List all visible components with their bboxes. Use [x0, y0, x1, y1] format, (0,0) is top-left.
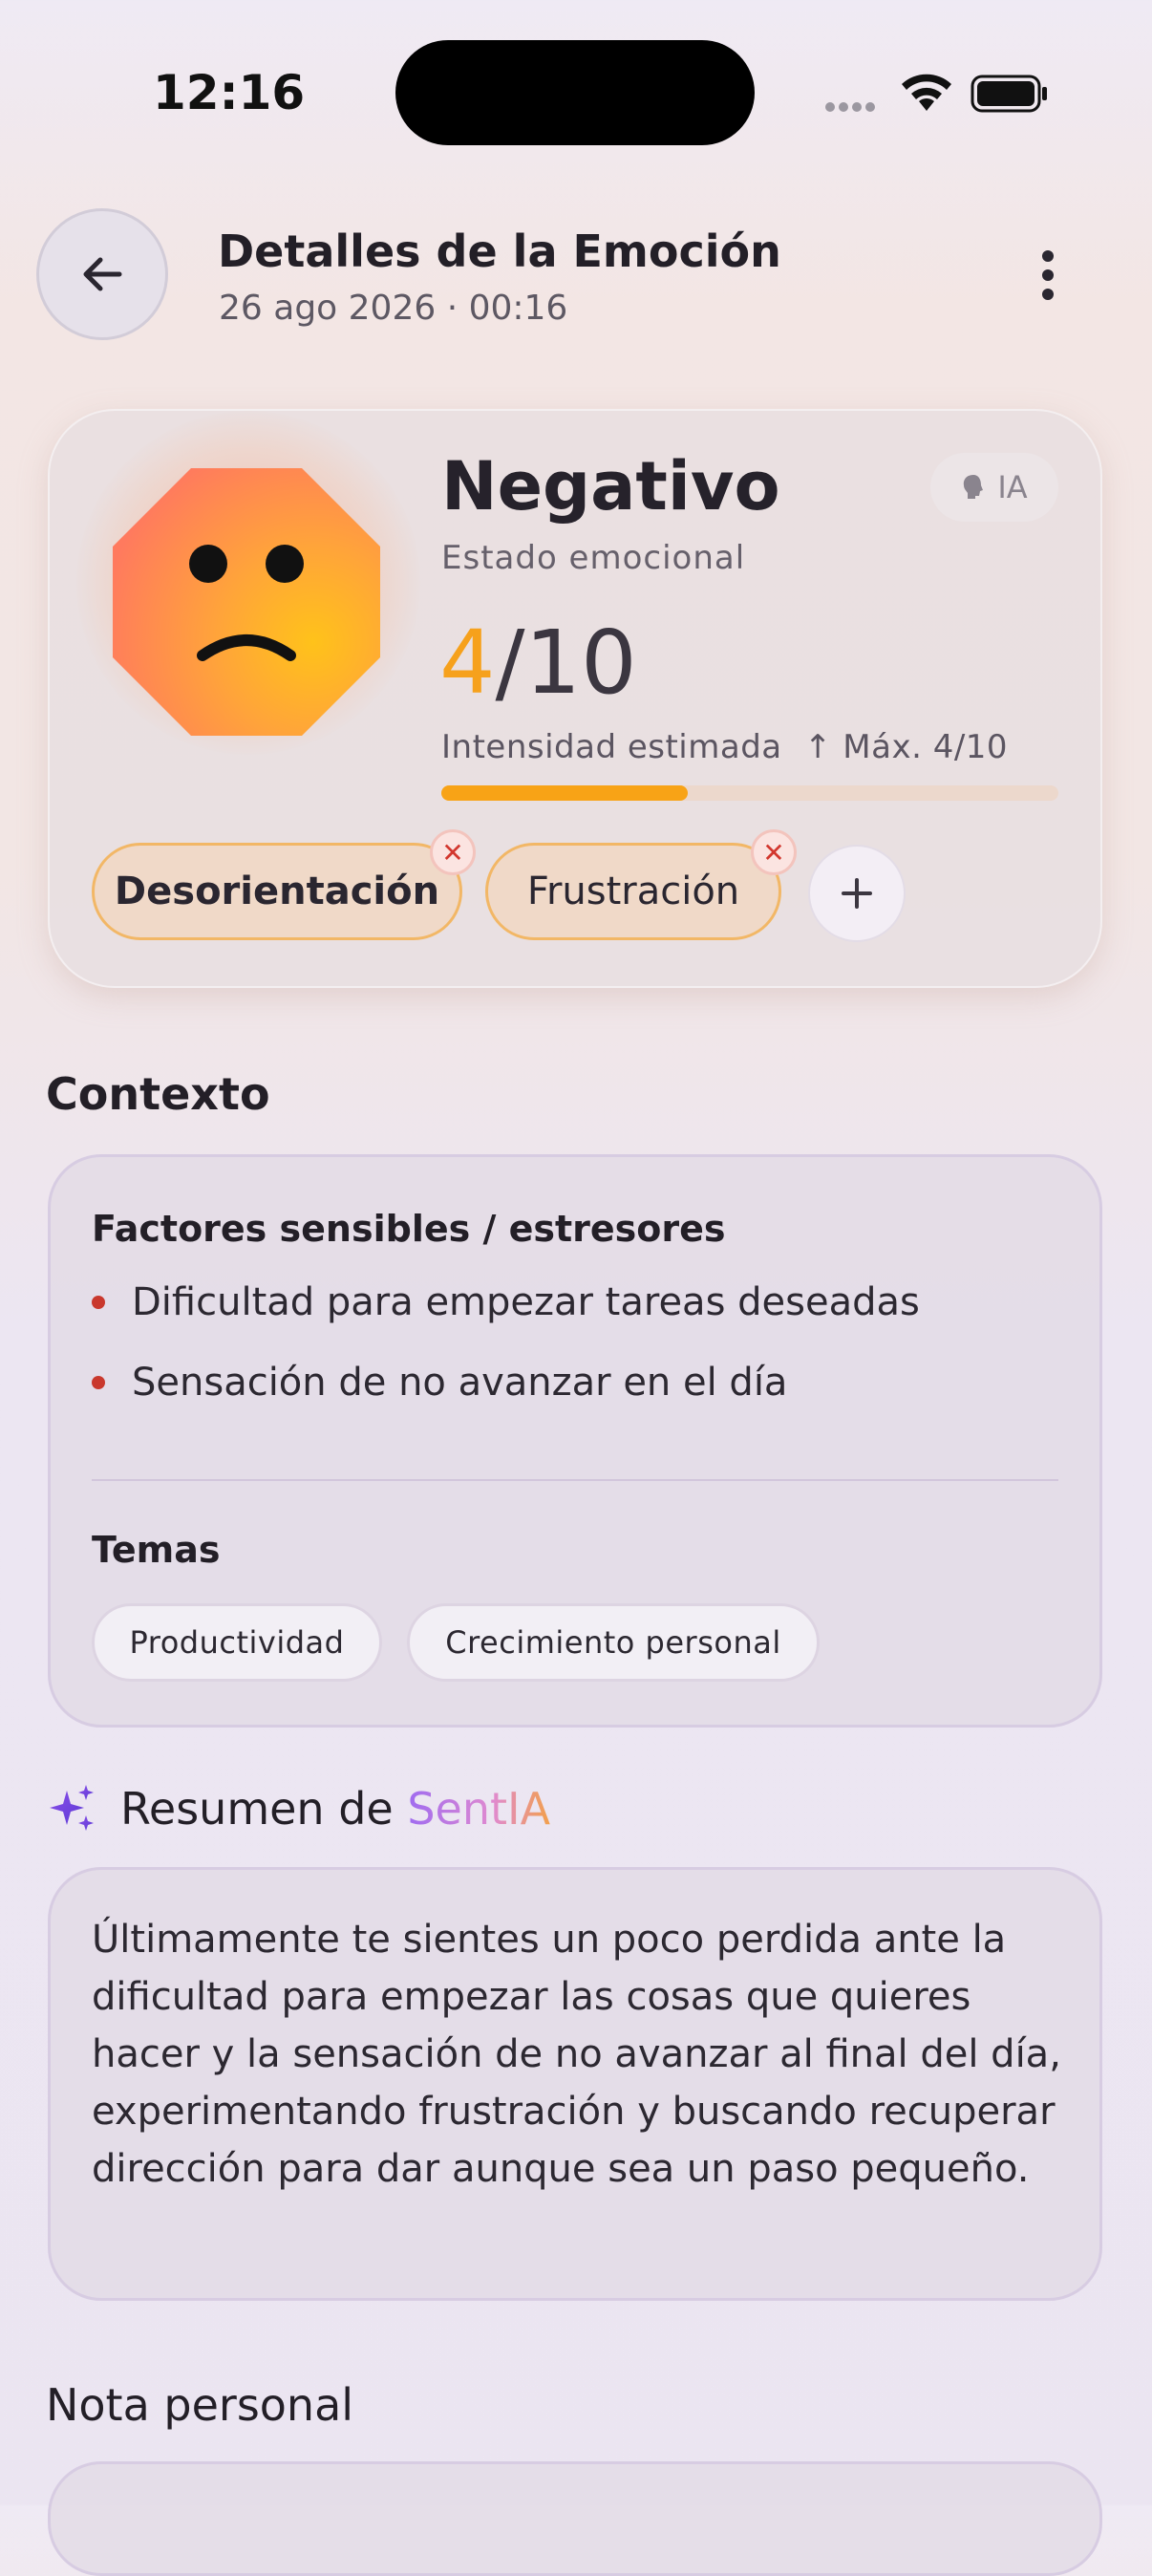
sad-face-icon	[113, 468, 380, 736]
factors-heading: Factores sensibles / estresores	[92, 1208, 726, 1250]
ia-badge: IA	[930, 453, 1058, 522]
note-card[interactable]	[48, 2461, 1102, 2576]
wifi-icon	[902, 74, 951, 111]
summary-heading: Resumen de SentIA	[120, 1783, 551, 1835]
emotion-name: Negativo	[441, 447, 780, 526]
plus-icon	[842, 878, 872, 909]
intensity-max: ↑ Máx. 4/10	[804, 728, 1009, 766]
list-item: Sensación de no avanzar en el día	[92, 1361, 787, 1405]
ia-badge-label: IA	[997, 469, 1028, 505]
summary-text: Últimamente te sientes un poco perdida a…	[92, 1918, 1061, 2191]
themes-heading: Temas	[92, 1529, 221, 1571]
remove-chip-button[interactable]: ✕	[430, 829, 476, 875]
more-vertical-icon	[1042, 250, 1054, 262]
emotion-chip[interactable]: Desorientación	[92, 843, 462, 940]
close-icon: ✕	[762, 836, 785, 869]
sparkle-icon	[50, 1785, 94, 1831]
back-button[interactable]	[36, 208, 168, 340]
signal-icon	[825, 97, 883, 112]
emotion-label: Estado emocional	[441, 539, 746, 577]
intensity-label: Intensidad estimada	[441, 728, 782, 766]
brain-icon	[964, 475, 984, 499]
page-title: Detalles de la Emoción	[218, 225, 781, 277]
more-button[interactable]	[1034, 250, 1062, 304]
theme-tag[interactable]: Crecimiento personal	[407, 1603, 820, 1682]
intensity-value: 4/10	[439, 612, 637, 714]
arrow-left-icon	[83, 257, 122, 291]
status-time: 12:16	[153, 65, 306, 120]
theme-tag[interactable]: Productividad	[92, 1603, 382, 1682]
intensity-bar-fill	[441, 785, 688, 801]
context-heading: Contexto	[46, 1068, 270, 1120]
list-item: Dificultad para empezar tareas deseadas	[92, 1280, 920, 1324]
page-date: 26 ago 2026 · 00:16	[219, 289, 568, 328]
emotion-chip[interactable]: Frustración	[485, 843, 781, 940]
close-icon: ✕	[441, 836, 464, 869]
battery-icon	[971, 75, 1047, 113]
note-heading: Nota personal	[46, 2379, 354, 2431]
add-emotion-button[interactable]	[808, 845, 906, 942]
remove-chip-button[interactable]: ✕	[751, 829, 797, 875]
divider	[92, 1479, 1058, 1481]
dynamic-island	[395, 40, 755, 145]
